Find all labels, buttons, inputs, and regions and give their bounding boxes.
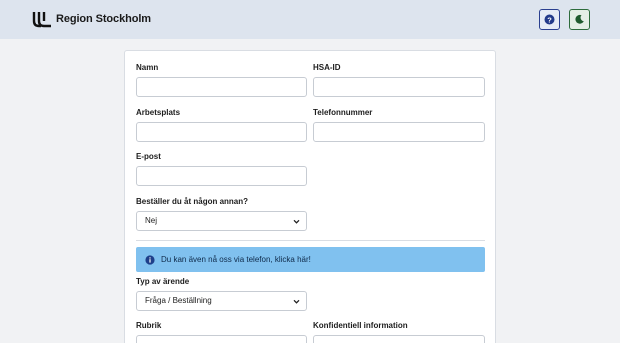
phone-label: Telefonnummer	[313, 108, 373, 117]
email-label: E-post	[136, 152, 161, 161]
workplace-label: Arbetsplats	[136, 108, 181, 117]
case-type-value: Fråga / Beställning	[145, 296, 212, 305]
on-behalf-label: Beställer du åt någon annan?	[136, 197, 249, 206]
moon-icon	[575, 14, 584, 24]
help-button[interactable]: ?	[539, 9, 560, 30]
on-behalf-value: Nej	[145, 216, 158, 225]
confidential-input[interactable]	[313, 335, 485, 343]
brand-logo[interactable]: Region Stockholm	[32, 10, 151, 28]
theme-toggle-button[interactable]	[569, 9, 590, 30]
info-icon	[145, 254, 155, 265]
case-type-select[interactable]: Fråga / Beställning	[136, 291, 307, 311]
brand-name: Region Stockholm	[56, 13, 151, 25]
hsa-id-input[interactable]	[313, 77, 485, 97]
chevron-down-icon	[293, 299, 300, 304]
top-bar: Region Stockholm ?	[0, 0, 620, 39]
chevron-down-icon	[293, 219, 300, 224]
on-behalf-select[interactable]: Nej	[136, 211, 307, 231]
subject-input[interactable]	[136, 335, 307, 343]
region-stockholm-logo-icon	[32, 12, 51, 28]
case-type-label: Typ av ärende	[136, 277, 190, 286]
subject-label: Rubrik	[136, 321, 162, 330]
order-form: Namn HSA-ID Arbetsplats Telefonnummer E-…	[124, 50, 496, 343]
section-divider	[136, 240, 485, 241]
hsa-id-label: HSA-ID	[313, 63, 341, 72]
email-input[interactable]	[136, 166, 307, 186]
name-input[interactable]	[136, 77, 307, 97]
name-label: Namn	[136, 63, 159, 72]
phone-input[interactable]	[313, 122, 485, 142]
confidential-label: Konfidentiell information	[313, 321, 408, 330]
workplace-input[interactable]	[136, 122, 307, 142]
phone-info-banner[interactable]: Du kan även nå oss via telefon, klicka h…	[136, 247, 485, 272]
info-text: Du kan även nå oss via telefon, klicka h…	[161, 255, 311, 264]
svg-text:?: ?	[547, 15, 552, 24]
help-icon: ?	[544, 14, 555, 25]
